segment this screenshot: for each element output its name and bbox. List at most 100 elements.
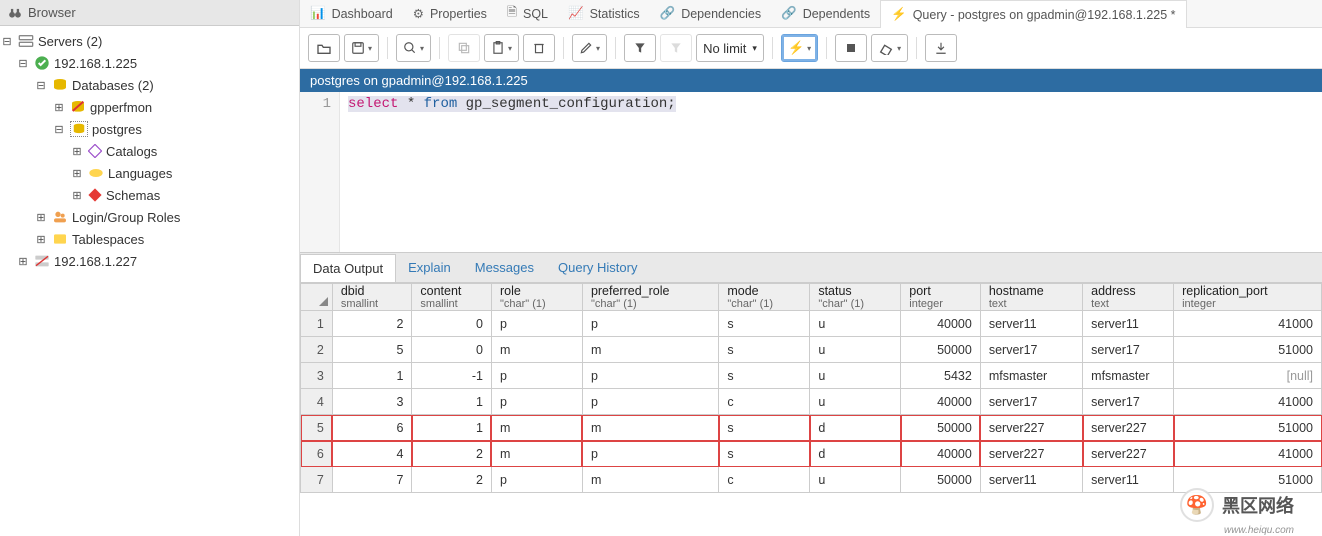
column-header-dbid[interactable]: dbidsmallint [332, 284, 412, 311]
tab-sql[interactable]: 🗎SQL [497, 0, 558, 27]
tab-statistics[interactable]: 📈Statistics [558, 0, 650, 27]
tab-query[interactable]: ⚡Query - postgres on gpadmin@192.168.1.2… [880, 0, 1186, 28]
cell[interactable]: 5 [332, 337, 412, 363]
edit-button[interactable]: ▾ [572, 34, 607, 62]
editor-code[interactable]: select * from gp_segment_configuration; [340, 92, 1322, 252]
cell[interactable]: s [719, 311, 810, 337]
cell[interactable]: 1 [332, 363, 412, 389]
cell[interactable]: 5432 [901, 363, 981, 389]
cell[interactable]: 40000 [901, 311, 981, 337]
cell[interactable]: u [810, 467, 901, 493]
execute-button[interactable]: ⚡▾ [781, 34, 818, 62]
cell[interactable]: p [491, 311, 582, 337]
cell[interactable]: 50000 [901, 467, 981, 493]
cell[interactable]: 40000 [901, 441, 981, 467]
download-button[interactable] [925, 34, 957, 62]
cell[interactable]: [null] [1174, 363, 1322, 389]
data-output-grid[interactable]: dbidsmallintcontentsmallintrole"char" (1… [300, 282, 1322, 536]
clear-button[interactable]: ▾ [871, 34, 908, 62]
rtab-explain[interactable]: Explain [396, 253, 463, 282]
cell[interactable]: p [582, 441, 718, 467]
cell[interactable]: 4 [332, 441, 412, 467]
cell[interactable]: 6 [332, 415, 412, 441]
cell[interactable]: server17 [1083, 389, 1174, 415]
stop-button[interactable] [835, 34, 867, 62]
column-header-status[interactable]: status"char" (1) [810, 284, 901, 311]
cell[interactable]: s [719, 363, 810, 389]
column-header-mode[interactable]: mode"char" (1) [719, 284, 810, 311]
cell[interactable]: 7 [332, 467, 412, 493]
cell[interactable]: 51000 [1174, 467, 1322, 493]
tree-server-1[interactable]: ⊟ 192.168.1.225 [0, 52, 299, 74]
cell[interactable]: mfsmaster [1083, 363, 1174, 389]
rtab-data-output[interactable]: Data Output [300, 254, 396, 283]
table-row[interactable]: 120ppsu40000server11server1141000 [301, 311, 1322, 337]
tree-languages[interactable]: ⊞ Languages [0, 162, 299, 184]
cell[interactable]: d [810, 441, 901, 467]
cell[interactable]: server17 [1083, 337, 1174, 363]
cell[interactable]: m [491, 415, 582, 441]
expand-icon[interactable]: ⊞ [34, 211, 48, 224]
table-row[interactable]: 561mmsd50000server227server22751000 [301, 415, 1322, 441]
open-file-button[interactable] [308, 34, 340, 62]
tree-tablespaces[interactable]: ⊞ Tablespaces [0, 228, 299, 250]
cell[interactable]: u [810, 389, 901, 415]
row-number[interactable]: 2 [301, 337, 333, 363]
tree-db-postgres[interactable]: ⊟ postgres [0, 118, 299, 140]
cell[interactable]: 0 [412, 311, 492, 337]
cell[interactable]: u [810, 337, 901, 363]
cell[interactable]: p [491, 389, 582, 415]
collapse-icon[interactable]: ⊟ [16, 57, 30, 70]
cell[interactable]: server17 [980, 337, 1082, 363]
column-header-address[interactable]: addresstext [1083, 284, 1174, 311]
row-number[interactable]: 5 [301, 415, 333, 441]
tree-db-gpperfmon[interactable]: ⊞ gpperfmon [0, 96, 299, 118]
column-header-port[interactable]: portinteger [901, 284, 981, 311]
tab-dashboard[interactable]: 📊Dashboard [300, 0, 403, 27]
row-number[interactable]: 4 [301, 389, 333, 415]
cell[interactable]: s [719, 441, 810, 467]
cell[interactable]: server227 [980, 441, 1082, 467]
cell[interactable]: m [582, 337, 718, 363]
row-number[interactable]: 6 [301, 441, 333, 467]
paste-button[interactable]: ▾ [484, 34, 519, 62]
cell[interactable]: server11 [1083, 311, 1174, 337]
sql-editor[interactable]: 1 select * from gp_segment_configuration… [300, 92, 1322, 252]
cell[interactable]: 50000 [901, 337, 981, 363]
column-header-preferred_role[interactable]: preferred_role"char" (1) [582, 284, 718, 311]
cell[interactable]: server227 [1083, 415, 1174, 441]
cell[interactable]: server11 [1083, 467, 1174, 493]
cell[interactable]: c [719, 389, 810, 415]
cell[interactable]: 1 [412, 415, 492, 441]
column-header-content[interactable]: contentsmallint [412, 284, 492, 311]
cell[interactable]: server11 [980, 467, 1082, 493]
expand-icon[interactable]: ⊞ [34, 233, 48, 246]
grid-corner[interactable] [301, 284, 333, 311]
tree-roles[interactable]: ⊞ Login/Group Roles [0, 206, 299, 228]
cell[interactable]: 41000 [1174, 389, 1322, 415]
cell[interactable]: -1 [412, 363, 492, 389]
cell[interactable]: 2 [412, 467, 492, 493]
tree-schemas[interactable]: ⊞ Schemas [0, 184, 299, 206]
row-number[interactable]: 3 [301, 363, 333, 389]
cell[interactable]: 0 [412, 337, 492, 363]
cell[interactable]: c [719, 467, 810, 493]
tree-server-2[interactable]: ⊞ 192.168.1.227 [0, 250, 299, 272]
expand-icon[interactable]: ⊞ [52, 101, 66, 114]
table-row[interactable]: 772pmcu50000server11server1151000 [301, 467, 1322, 493]
cell[interactable]: 50000 [901, 415, 981, 441]
cell[interactable]: server227 [980, 415, 1082, 441]
delete-button[interactable] [523, 34, 555, 62]
filter-remove-button[interactable] [660, 34, 692, 62]
cell[interactable]: 41000 [1174, 441, 1322, 467]
column-header-replication_port[interactable]: replication_portinteger [1174, 284, 1322, 311]
tree-databases[interactable]: ⊟ Databases (2) [0, 74, 299, 96]
find-button[interactable]: ▾ [396, 34, 431, 62]
cell[interactable]: m [582, 467, 718, 493]
table-row[interactable]: 642mpsd40000server227server22741000 [301, 441, 1322, 467]
copy-button[interactable] [448, 34, 480, 62]
cell[interactable]: m [491, 337, 582, 363]
cell[interactable]: 2 [332, 311, 412, 337]
rtab-messages[interactable]: Messages [463, 253, 546, 282]
cell[interactable]: m [491, 441, 582, 467]
